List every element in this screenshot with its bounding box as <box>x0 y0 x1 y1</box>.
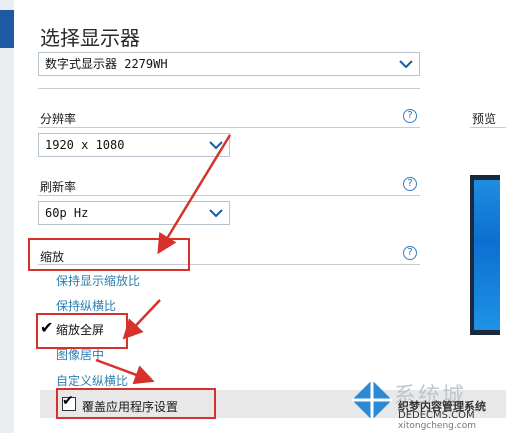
arrow-to-scaling <box>157 134 232 255</box>
annotation-arrows <box>95 134 232 385</box>
arrow-to-full-screen <box>122 299 161 340</box>
windows-logo-icon <box>352 380 392 420</box>
watermark-url: xitongcheng.com <box>398 421 476 431</box>
arrow-to-override <box>95 358 155 385</box>
watermark-line2: DEDECMS.COM <box>398 410 475 421</box>
